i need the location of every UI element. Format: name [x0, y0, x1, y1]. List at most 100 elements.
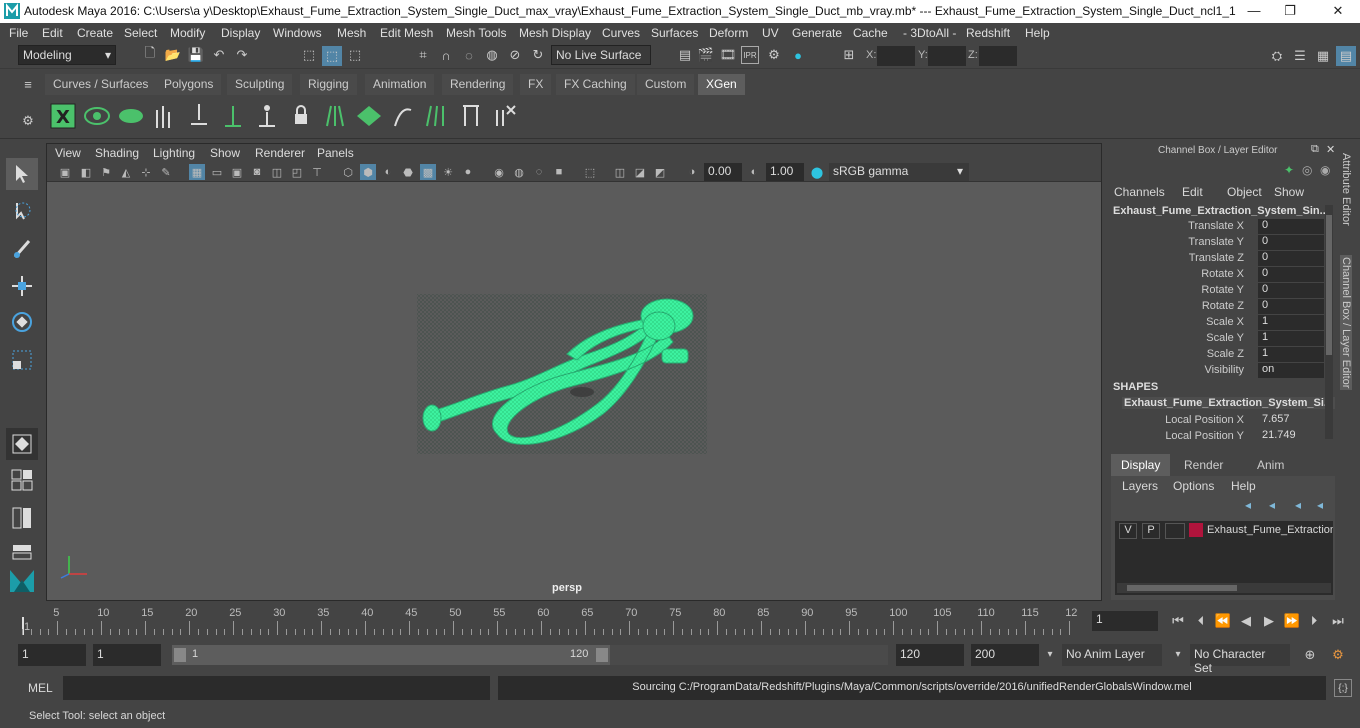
- smooth-shade-icon[interactable]: ⬢: [360, 164, 376, 180]
- textured-icon[interactable]: ⬣: [400, 164, 416, 180]
- menu-deform[interactable]: Deform: [709, 26, 748, 40]
- xgen-preview-icon[interactable]: [82, 99, 112, 133]
- channel-box-toggle-icon[interactable]: ▤: [1336, 46, 1356, 66]
- menu-edit-mesh[interactable]: Edit Mesh: [380, 26, 433, 40]
- anim-layer-select[interactable]: No Anim Layer: [1062, 644, 1162, 666]
- step-forward-frame-icon[interactable]: ⏵: [1306, 613, 1322, 629]
- bookmark-icon[interactable]: ⚑: [98, 164, 114, 180]
- shelf-tab-rigging[interactable]: Rigging: [300, 74, 357, 95]
- live-surface-field[interactable]: No Live Surface: [551, 45, 651, 65]
- viewport-menu-view[interactable]: View: [55, 146, 81, 160]
- layer-tab-render[interactable]: Render: [1174, 454, 1233, 476]
- backface-culling-icon[interactable]: ◩: [652, 164, 668, 180]
- menu-mesh-tools[interactable]: Mesh Tools: [446, 26, 506, 40]
- film-gate-icon[interactable]: ▭: [209, 164, 225, 180]
- attr-value[interactable]: 0: [1258, 251, 1324, 266]
- use-all-lights-icon[interactable]: ▩: [420, 164, 436, 180]
- new-layer-icon[interactable]: ◂: [1245, 498, 1251, 512]
- ipr-render-icon[interactable]: IPR: [741, 46, 759, 64]
- 2d-pan-icon[interactable]: ⊹: [138, 164, 154, 180]
- outliner-layout-icon[interactable]: [6, 502, 38, 534]
- render-frame-icon[interactable]: 🎬: [697, 46, 715, 64]
- close-panel-icon[interactable]: ✕: [1326, 143, 1335, 156]
- undo-icon[interactable]: ↶: [210, 46, 228, 64]
- layer-color-swatch[interactable]: [1189, 523, 1203, 537]
- layers-menu[interactable]: Layers: [1122, 479, 1158, 493]
- hyperbolic-icon[interactable]: ◉: [1320, 163, 1330, 177]
- shape-attr-row[interactable]: Local Position X 7.657: [1106, 413, 1326, 429]
- layer-row[interactable]: V P Exhaust_Fume_Extraction: [1115, 521, 1333, 541]
- attr-value[interactable]: 0: [1258, 299, 1324, 314]
- shelf-tab-custom[interactable]: Custom: [637, 74, 695, 95]
- snap-grid-icon[interactable]: ⌗: [414, 46, 432, 64]
- step-back-frame-icon[interactable]: ⏴: [1193, 613, 1209, 629]
- motion-blur-icon[interactable]: ◉: [491, 164, 507, 180]
- exposure-icon[interactable]: ◑: [684, 164, 700, 180]
- scale-tool-icon[interactable]: [6, 344, 38, 376]
- shape-name[interactable]: Exhaust_Fume_Extraction_System_Si...: [1122, 397, 1336, 409]
- depth-of-field-icon[interactable]: ◌: [531, 164, 547, 180]
- command-input[interactable]: [63, 676, 490, 700]
- lasso-tool-icon[interactable]: [6, 196, 38, 228]
- new-layer-selected-icon[interactable]: ◂: [1269, 498, 1275, 512]
- snap-point-icon[interactable]: ◌: [460, 46, 478, 64]
- menu-create[interactable]: Create: [77, 26, 113, 40]
- viewport-menu-lighting[interactable]: Lighting: [153, 146, 195, 160]
- gamma-icon[interactable]: ◐: [746, 164, 762, 180]
- color-space-select[interactable]: sRGB gamma ▾: [829, 163, 969, 181]
- xgen-place-guide-icon[interactable]: [184, 99, 214, 133]
- speed-icon[interactable]: ◎: [1302, 163, 1312, 177]
- attr-value[interactable]: 0: [1258, 235, 1324, 250]
- scene-start-field[interactable]: 1: [18, 644, 86, 666]
- menu-cache[interactable]: Cache: [853, 26, 888, 40]
- attr-row[interactable]: Scale X 1: [1106, 315, 1326, 331]
- x-field[interactable]: [877, 46, 915, 66]
- menu-file[interactable]: File: [9, 26, 28, 40]
- four-view-layout-icon[interactable]: [6, 464, 38, 496]
- image-plane-icon[interactable]: ◭: [118, 164, 134, 180]
- gate-mask-icon[interactable]: ◙: [249, 164, 265, 180]
- attr-value[interactable]: 1: [1258, 315, 1324, 330]
- xgen-lock-icon[interactable]: [286, 99, 316, 133]
- scene-end-field[interactable]: 200: [971, 644, 1039, 666]
- snap-surface-icon[interactable]: ⊘: [506, 46, 524, 64]
- select-object-icon[interactable]: ⬚: [322, 46, 342, 66]
- viewport-menu-panels[interactable]: Panels: [317, 146, 354, 160]
- wireframe-icon[interactable]: ⬡: [340, 164, 356, 180]
- time-slider-track[interactable]: 1 5 10 15 20 25 30 35 40 45 50 55 60 65 70 75 80 85 90 95 10…: [18, 605, 1086, 637]
- minimize-icon[interactable]: —: [1246, 3, 1262, 19]
- modeling-toolkit-icon[interactable]: ⛭: [1267, 46, 1287, 66]
- go-to-end-icon[interactable]: ⏭: [1330, 613, 1346, 629]
- anti-aliasing-icon[interactable]: ◍: [511, 164, 527, 180]
- shelf-menu-icon[interactable]: ≡: [20, 76, 36, 92]
- xgen-guide-visibility-icon[interactable]: [252, 99, 282, 133]
- move-layer-up-icon[interactable]: ◂: [1295, 498, 1301, 512]
- attr-row[interactable]: Visibility on: [1106, 363, 1326, 379]
- xgen-sculpt-guide-icon[interactable]: [218, 99, 248, 133]
- animation-prefs-icon[interactable]: ⚙: [1328, 645, 1348, 665]
- layer-name[interactable]: Exhaust_Fume_Extraction: [1207, 524, 1333, 536]
- viewport-panel[interactable]: View Shading Lighting Show Renderer Pane…: [46, 143, 1102, 601]
- manipulator-icon[interactable]: ✦: [1284, 163, 1294, 177]
- attr-value[interactable]: 7.657: [1258, 413, 1324, 428]
- attr-row[interactable]: Rotate X 0: [1106, 267, 1326, 283]
- xray-active-icon[interactable]: ◫: [612, 164, 628, 180]
- safe-title-icon[interactable]: ⊤: [309, 164, 325, 180]
- field-chart-icon[interactable]: ◫: [269, 164, 285, 180]
- select-component-icon[interactable]: ⬚: [346, 46, 364, 64]
- z-field[interactable]: [979, 46, 1017, 66]
- single-view-layout-icon[interactable]: [6, 428, 38, 460]
- menu-modify[interactable]: Modify: [170, 26, 205, 40]
- shelf-tab-fx[interactable]: FX: [520, 74, 552, 95]
- channel-object-menu[interactable]: Object: [1227, 185, 1262, 199]
- shelf-settings-icon[interactable]: ⚙: [20, 113, 36, 129]
- menu-mesh-display[interactable]: Mesh Display: [519, 26, 591, 40]
- shelf-tab-fx-caching[interactable]: FX Caching: [556, 74, 635, 95]
- xgen-bend-icon[interactable]: [388, 99, 418, 133]
- wireframe-on-shaded-icon[interactable]: ◐: [380, 164, 396, 180]
- transform-toggle-icon[interactable]: ⊞: [840, 46, 858, 64]
- snap-curve-icon[interactable]: ∩: [437, 46, 455, 64]
- snap-view-icon[interactable]: ◍: [483, 46, 501, 64]
- layer-tab-display[interactable]: Display: [1111, 454, 1171, 476]
- attribute-editor-tab[interactable]: Attribute Editor: [1340, 153, 1352, 226]
